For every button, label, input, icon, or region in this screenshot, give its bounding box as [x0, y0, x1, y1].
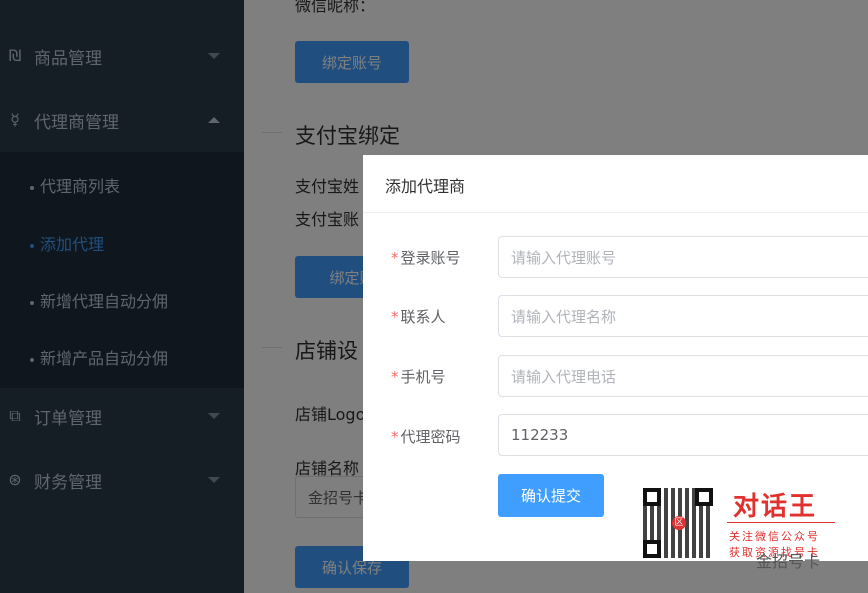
dialog-divider — [363, 212, 868, 213]
agent-password-input[interactable]: 112233 — [498, 414, 868, 456]
required-mark: * — [391, 249, 399, 267]
confirm-submit-button[interactable]: 确认提交 — [498, 474, 604, 517]
dialog-title: 添加代理商 — [385, 177, 466, 196]
agent-password-label: * 代理密码 — [391, 428, 461, 446]
phone-label: * 手机号 — [391, 368, 446, 386]
qr-finder-icon — [643, 488, 661, 506]
qr-center-logo: 区 — [672, 516, 686, 530]
qr-finder-icon — [695, 488, 713, 506]
contact-input[interactable]: 请输入代理名称 — [498, 295, 868, 337]
required-mark: * — [391, 428, 399, 446]
watermark-footer: 金招号卡 — [756, 552, 821, 571]
login-account-input[interactable]: 请输入代理账号 — [498, 236, 868, 278]
required-mark: * — [391, 368, 399, 386]
required-mark: * — [391, 308, 399, 326]
qr-finder-icon — [643, 540, 661, 558]
contact-label: * 联系人 — [391, 308, 446, 326]
watermark-divider — [727, 522, 835, 523]
login-account-label: * 登录账号 — [391, 249, 461, 267]
phone-input[interactable]: 请输入代理电话 — [498, 355, 868, 397]
watermark-title: 对话王 — [733, 492, 818, 522]
watermark-line1: 关注微信公众号 — [729, 530, 820, 543]
